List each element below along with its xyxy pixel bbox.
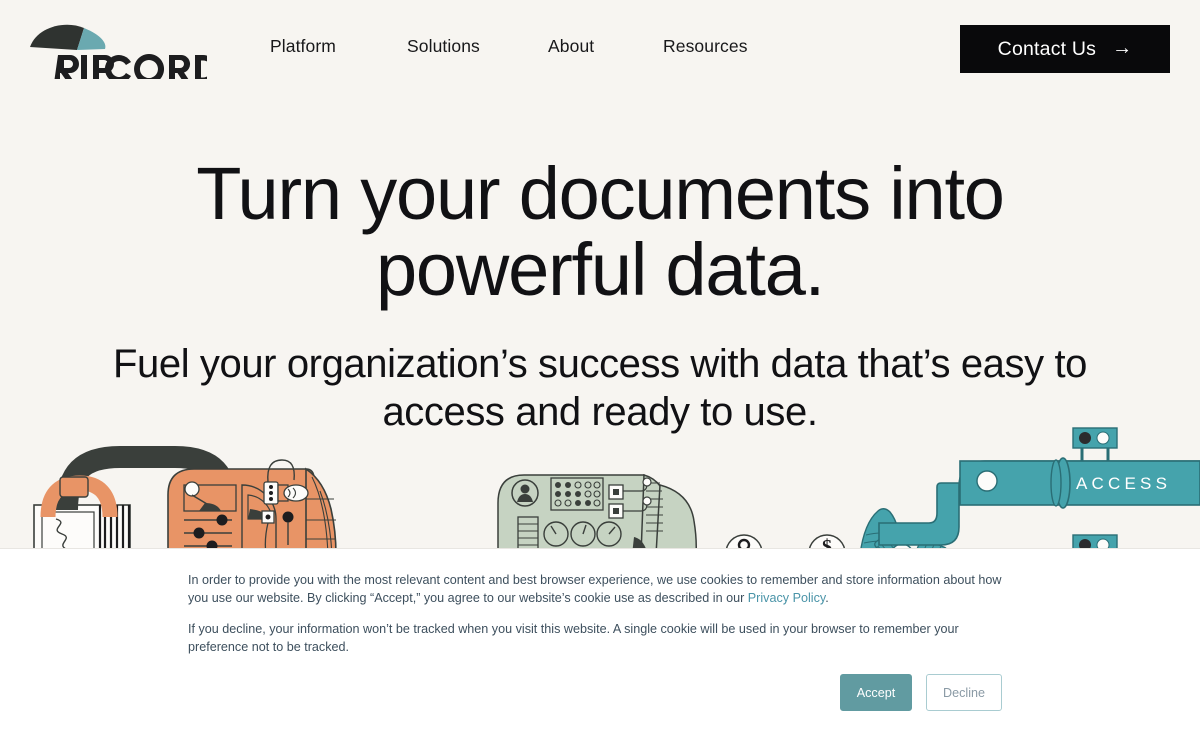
nav-item-platform[interactable]: Platform [270, 36, 407, 57]
sage-machine-illustration [497, 474, 697, 555]
nav-item-solutions[interactable]: Solutions [407, 36, 548, 57]
cookie-action-buttons: Accept Decline [188, 674, 1002, 711]
nav-item-about[interactable]: About [548, 36, 663, 57]
privacy-policy-link[interactable]: Privacy Policy [748, 591, 825, 605]
hero-illustration: $ ACCESS [0, 425, 1200, 555]
parachute-canopy-icon [30, 24, 207, 79]
cookie-consent-banner: In order to provide you with the most re… [0, 548, 1200, 738]
decline-cookies-button[interactable]: Decline [926, 674, 1002, 711]
access-pipe-illustration: ACCESS [878, 427, 1200, 555]
cookie-paragraph-2: If you decline, your information won’t b… [188, 622, 959, 654]
contact-us-button[interactable]: Contact Us → [960, 25, 1170, 73]
hero-section: Turn your documents into powerful data. … [0, 98, 1200, 436]
cookie-paragraph-1: In order to provide you with the most re… [188, 571, 1002, 607]
cookie-paragraph-1-period: . [825, 591, 829, 605]
hero-subtitle: Fuel your organization’s success with da… [112, 342, 1088, 434]
main-navigation: Platform Solutions About Resources [270, 36, 773, 57]
cookie-text-block: In order to provide you with the most re… [188, 571, 1002, 656]
ripcord-logo[interactable] [27, 21, 207, 79]
orange-machine-illustration [167, 459, 337, 555]
cookie-paragraph-1-text: In order to provide you with the most re… [188, 573, 1002, 605]
arrow-right-icon: → [1112, 37, 1133, 59]
ripcord-wordmark [54, 54, 207, 79]
access-pipe-label: ACCESS [1076, 474, 1171, 493]
site-header: Platform Solutions About Resources Conta… [0, 0, 1200, 98]
accept-cookies-button[interactable]: Accept [840, 674, 912, 711]
contact-us-label: Contact Us [997, 37, 1097, 60]
nav-item-resources[interactable]: Resources [663, 36, 773, 57]
hero-title: Turn your documents into powerful data. [196, 152, 1005, 311]
